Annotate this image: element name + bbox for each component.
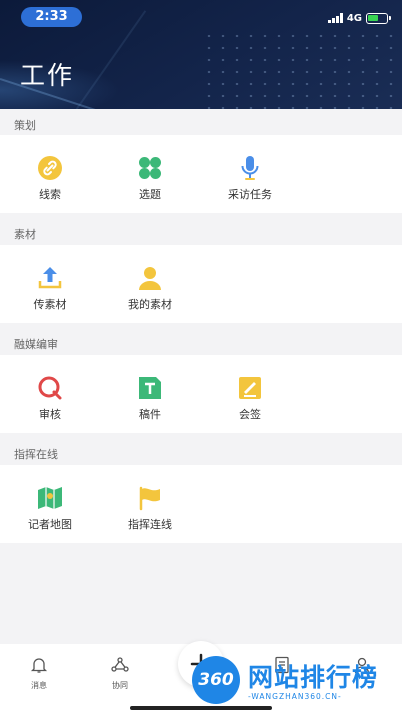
tile-interview-tasks[interactable]: 采访任务 (200, 155, 300, 202)
link-icon (38, 156, 62, 180)
plus-icon (190, 653, 212, 675)
tile-label: 传素材 (33, 298, 67, 311)
tile-label: 记者地图 (28, 518, 72, 531)
tile-label: 指挥连线 (128, 518, 172, 531)
section-label-command-online: 指挥在线 (14, 448, 58, 461)
section-card-planning: 线索 选题 采访任务 (0, 135, 402, 213)
bell-icon (30, 658, 48, 673)
tile-my-materials[interactable]: 我的素材 (100, 265, 200, 312)
page-title: 工作 (20, 61, 75, 90)
tab-label: 消息 (31, 681, 47, 690)
tile-review[interactable]: 审核 (0, 375, 100, 422)
flag-icon (139, 486, 160, 511)
tile-command-connect[interactable]: 指挥连线 (100, 485, 200, 532)
tab-profile[interactable] (332, 656, 392, 674)
battery-icon (366, 12, 391, 24)
upload-icon (38, 267, 62, 289)
document-icon (275, 656, 289, 674)
section-card-materials: 传素材 我的素材 (0, 245, 402, 323)
tab-manuscript[interactable] (252, 656, 312, 674)
tile-upload-materials[interactable]: 传素材 (0, 265, 100, 312)
section-card-editorial-review: 审核 稿件 会签 (0, 355, 402, 433)
tile-topics[interactable]: 选题 (100, 155, 200, 202)
tile-countersign[interactable]: 会签 (200, 375, 300, 422)
tile-label: 选题 (139, 188, 161, 201)
status-time: 2:33 (21, 7, 82, 27)
microphone-icon (241, 156, 259, 180)
tile-label: 采访任务 (228, 188, 272, 201)
tile-label: 稿件 (139, 408, 161, 421)
tile-label: 线索 (39, 188, 61, 201)
grid-icon (139, 157, 161, 179)
network-icon (111, 657, 129, 672)
review-icon (38, 376, 62, 400)
signal-icon (327, 13, 343, 23)
add-button[interactable] (178, 641, 224, 687)
tile-label: 我的素材 (128, 298, 172, 311)
tile-label: 审核 (39, 408, 61, 421)
tile-label: 会签 (239, 408, 261, 421)
document-icon (139, 377, 161, 399)
tab-collaboration[interactable]: 协同 (90, 656, 150, 691)
tab-label: 协同 (112, 681, 128, 690)
section-label-materials: 素材 (14, 228, 36, 241)
tab-messages[interactable]: 消息 (9, 656, 69, 691)
tile-clues[interactable]: 线索 (0, 155, 100, 202)
section-label-planning: 策划 (14, 119, 36, 132)
user-icon (354, 657, 370, 674)
tile-reporter-map[interactable]: 记者地图 (0, 485, 100, 532)
section-label-editorial-review: 融媒编审 (14, 338, 58, 351)
tile-manuscripts[interactable]: 稿件 (100, 375, 200, 422)
sign-icon (239, 377, 261, 399)
section-card-command-online: 记者地图 指挥连线 (0, 465, 402, 543)
user-icon (139, 267, 161, 290)
home-indicator[interactable] (130, 706, 272, 710)
status-bar-indicators: 4G (327, 11, 391, 25)
network-type: 4G (346, 12, 362, 24)
map-icon (38, 487, 62, 509)
header-dot-pattern (202, 30, 402, 109)
